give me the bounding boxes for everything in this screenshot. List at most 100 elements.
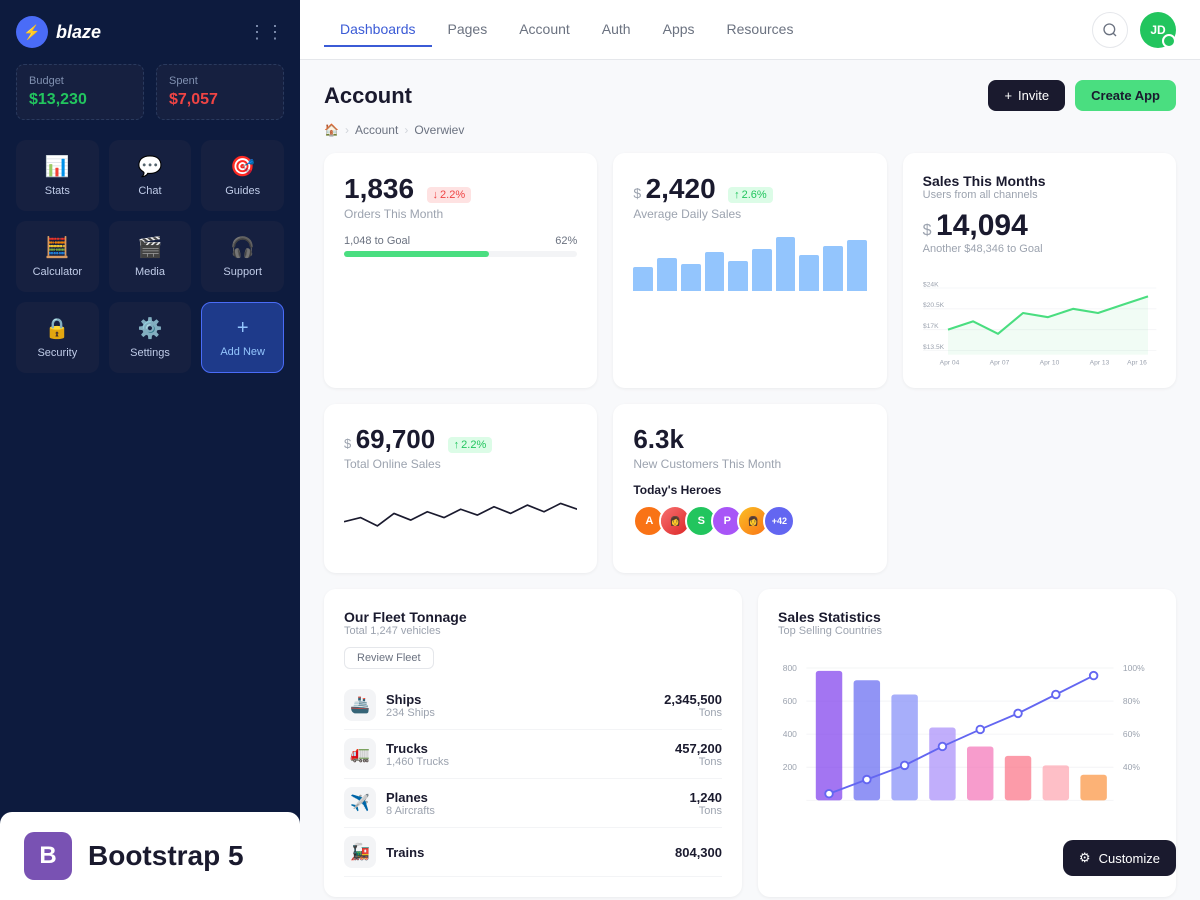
bootstrap-icon: B [24, 832, 72, 880]
create-app-button[interactable]: Create App [1075, 80, 1176, 111]
nav-link-apps[interactable]: Apps [647, 13, 711, 47]
orders-label: Orders This Month [344, 207, 577, 221]
nav-link-dashboards[interactable]: Dashboards [324, 13, 432, 47]
sidebar-item-label: Add New [220, 346, 265, 358]
daily-sales-badge: ↑ 2.6% [728, 187, 773, 203]
nav-link-pages[interactable]: Pages [432, 13, 504, 47]
logo-area: ⚡ blaze [16, 16, 101, 48]
fleet-info-planes: Planes 8 Aircrafts [386, 790, 679, 817]
heroes-avatars: A 👩 S P 👩 +42 [633, 505, 866, 537]
sidebar-item-label: Security [37, 347, 77, 359]
stats-icon: 📊 [45, 154, 70, 179]
review-fleet-button[interactable]: Review Fleet [344, 647, 434, 669]
svg-text:800: 800 [783, 663, 797, 673]
fleet-card: Our Fleet Tonnage Total 1,247 vehicles R… [324, 589, 742, 897]
online-sales-card: $ 69,700 ↑ 2.2% Total Online Sales [324, 404, 597, 573]
guides-icon: 🎯 [230, 154, 255, 179]
spent-card: Spent $7,057 [156, 64, 284, 120]
sidebar-item-security[interactable]: 🔒 Security [16, 302, 99, 373]
sidebar-item-label: Stats [45, 185, 70, 197]
svg-text:$24K: $24K [923, 281, 939, 288]
sidebar-item-media[interactable]: 🎬 Media [109, 221, 192, 292]
bar [728, 261, 748, 291]
stats-grid: 1,836 ↓ 2.2% Orders This Month 1,048 to … [324, 153, 1176, 388]
nav-link-auth[interactable]: Auth [586, 13, 647, 47]
sidebar-header: ⚡ blaze ⋮⋮ [16, 16, 284, 48]
sidebar-item-label: Chat [138, 185, 161, 197]
orders-badge: ↓ 2.2% [427, 187, 472, 203]
svg-text:400: 400 [783, 729, 797, 739]
new-customers-label: New Customers This Month [633, 457, 866, 471]
sidebar-item-label: Support [223, 266, 262, 278]
svg-text:200: 200 [783, 762, 797, 772]
daily-sales-card: $ 2,420 ↑ 2.6% Average Daily Sales [613, 153, 886, 388]
sidebar-item-add-new[interactable]: + Add New [201, 302, 284, 373]
svg-text:40%: 40% [1123, 762, 1140, 772]
nav-link-account[interactable]: Account [503, 13, 586, 47]
wave-chart [344, 483, 577, 548]
sales-stats-chart: 800 600 400 200 100% 80% 60% 40% [778, 647, 1156, 827]
svg-text:$17K: $17K [923, 323, 939, 330]
settings-icon: ⚙️ [138, 316, 163, 341]
sidebar-item-label: Settings [130, 347, 170, 359]
budget-card: Budget $13,230 [16, 64, 144, 120]
sidebar-item-chat[interactable]: 💬 Chat [109, 140, 192, 211]
sidebar-item-stats[interactable]: 📊 Stats [16, 140, 99, 211]
sidebar-item-support[interactable]: 🎧 Support [201, 221, 284, 292]
sales-big-value-row: $ 14,094 [923, 209, 1156, 243]
breadcrumb: 🏠 › Account › Overwiev [324, 123, 1176, 137]
heroes-title: Today's Heroes [633, 483, 866, 497]
search-button[interactable] [1092, 12, 1128, 48]
svg-text:600: 600 [783, 696, 797, 706]
sales-month-card: Sales This Months Users from all channel… [903, 153, 1176, 388]
orders-value: 1,836 ↓ 2.2% [344, 173, 577, 205]
orders-card: 1,836 ↓ 2.2% Orders This Month 1,048 to … [324, 153, 597, 388]
progress-bar-fill [344, 251, 489, 257]
support-icon: 🎧 [230, 235, 255, 260]
top-nav: Dashboards Pages Account Auth Apps Resou… [300, 0, 1200, 60]
bootstrap-text: Bootstrap 5 [88, 840, 244, 872]
sidebar-item-settings[interactable]: ⚙️ Settings [109, 302, 192, 373]
customize-button[interactable]: ⚙ Customize [1063, 840, 1176, 876]
fleet-row-trains: 🚂 Trains 804,300 [344, 828, 722, 877]
svg-text:100%: 100% [1123, 663, 1145, 673]
bar [776, 237, 796, 291]
customize-icon: ⚙ [1079, 850, 1091, 866]
page-title: Account [324, 83, 412, 109]
spent-label: Spent [169, 75, 271, 87]
daily-sales-header: $ 2,420 ↑ 2.6% [633, 173, 866, 205]
search-icon [1102, 22, 1118, 38]
header-actions: + Invite Create App [988, 80, 1176, 111]
invite-button[interactable]: + Invite [988, 80, 1065, 111]
spent-value: $7,057 [169, 91, 271, 109]
svg-text:$20.5K: $20.5K [923, 302, 945, 309]
bottom-row: Our Fleet Tonnage Total 1,247 vehicles R… [324, 589, 1176, 897]
sales-month-subtitle: Users from all channels [923, 189, 1156, 201]
nav-link-resources[interactable]: Resources [711, 13, 810, 47]
breadcrumb-account: Account [355, 123, 398, 137]
planes-icon: ✈️ [344, 787, 376, 819]
sidebar-item-guides[interactable]: 🎯 Guides [201, 140, 284, 211]
breadcrumb-home: 🏠 [324, 123, 339, 137]
svg-text:Apr 04: Apr 04 [939, 360, 959, 367]
heroes-section: Today's Heroes A 👩 S P 👩 +42 [633, 483, 866, 537]
ships-icon: 🚢 [344, 689, 376, 721]
logo-text: blaze [56, 22, 101, 43]
bar [752, 249, 772, 291]
daily-sales-label: Average Daily Sales [633, 207, 866, 221]
fleet-value-planes: 1,240 Tons [689, 790, 722, 817]
user-avatar[interactable]: JD [1140, 12, 1176, 48]
svg-text:60%: 60% [1123, 729, 1140, 739]
budget-value: $13,230 [29, 91, 131, 109]
goal-label: 1,048 to Goal [344, 235, 410, 247]
bar [799, 255, 819, 291]
fleet-row-ships: 🚢 Ships 234 Ships 2,345,500 Tons [344, 681, 722, 730]
sales-goal: Another $48,346 to Goal [923, 243, 1156, 255]
add-new-icon: + [237, 317, 249, 340]
fleet-value-trucks: 457,200 Tons [675, 741, 722, 768]
sidebar-item-calculator[interactable]: 🧮 Calculator [16, 221, 99, 292]
online-sales-header: $ 69,700 ↑ 2.2% [344, 424, 577, 455]
svg-text:Apr 10: Apr 10 [1039, 360, 1059, 367]
sidebar-menu-icon[interactable]: ⋮⋮ [248, 22, 284, 43]
ss-title: Sales Statistics [778, 609, 1156, 625]
